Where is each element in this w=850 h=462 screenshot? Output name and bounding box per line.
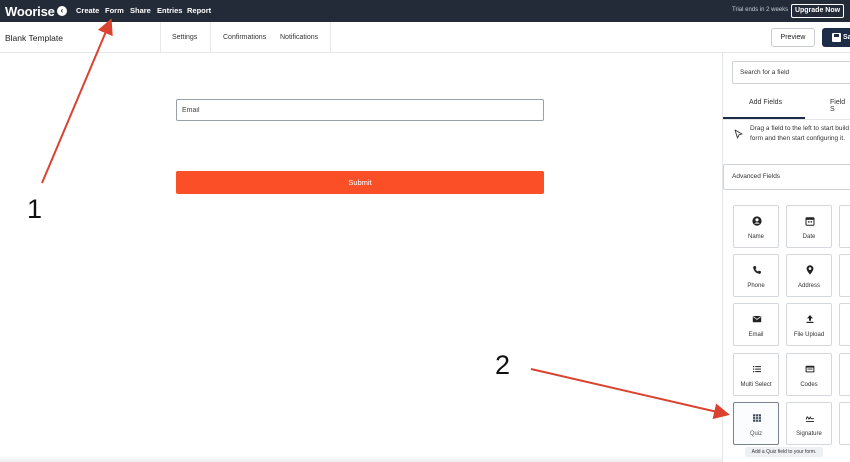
field-card-partial[interactable] [839,205,850,248]
advanced-fields-header[interactable]: Advanced Fields [723,164,850,190]
phone-icon [753,266,761,274]
field-card-partial[interactable] [839,402,850,445]
nav-share[interactable]: Share [130,6,151,15]
tab-confirmations[interactable]: Confirmations [223,34,266,41]
field-card-label: Date [802,234,816,240]
panel-tab-divider [723,119,850,120]
field-card-label: Codes [800,382,818,388]
upgrade-now-button[interactable]: Upgrade Now [791,4,844,18]
field-card-email[interactable]: Email [733,303,779,346]
user-circle-icon [752,216,762,226]
bottom-edge [0,455,722,462]
annotation-number-1: 1 [27,194,43,224]
field-card-label: Name [747,234,764,240]
drag-hint-text: Drag a field to the left to start build … [750,125,849,142]
field-card-phone[interactable]: Phone [733,254,779,297]
tab-divider [210,22,211,52]
quiz-tooltip: Add a Quiz field to your form. [745,447,823,457]
save-icon [832,33,841,42]
submit-button[interactable]: Submit [176,171,544,194]
signature-icon [805,415,814,422]
upload-icon [806,315,814,323]
list-icon [753,366,761,373]
woorise-logo[interactable]: Woorise [5,4,55,19]
field-card-multi-select[interactable]: Multi Select [733,353,779,396]
annotation-number-2: 2 [495,350,511,380]
field-card-file-upload[interactable]: File Upload [786,303,832,346]
save-button[interactable]: Sa [822,28,850,47]
field-card-date[interactable]: Date [786,205,832,248]
field-card-label: Email [748,332,764,338]
field-card-codes[interactable]: Codes [786,353,832,396]
trial-notice: Trial ends in 2 weeks [732,7,789,13]
field-card-partial[interactable] [839,303,850,346]
tab-add-fields[interactable]: Add Fields [749,99,782,106]
grid-table-icon [753,414,761,422]
annotation-arrow-2 [530,368,730,420]
active-tab-indicator [723,117,805,119]
calendar-icon [805,217,815,226]
back-arrow-icon[interactable]: ‹ [57,6,67,16]
field-card-label: Phone [747,283,765,289]
field-card-label: Signature [796,431,822,437]
nav-form[interactable]: Form [105,6,124,15]
email-field[interactable] [176,99,544,121]
field-card-signature[interactable]: Signature [786,402,832,445]
tab-settings[interactable]: Settings [172,34,197,41]
field-card-quiz[interactable]: Quiz [733,402,779,445]
editor-header: Blank Template Settings Confirmations No… [0,22,850,53]
template-title: Blank Template [5,33,63,43]
field-card-label: File Upload [793,332,825,338]
tab-divider [160,22,161,52]
preview-button[interactable]: Preview [771,28,815,47]
tab-notifications[interactable]: Notifications [280,34,318,41]
field-card-label: Address [797,283,820,289]
nav-entries[interactable]: Entries [157,6,182,15]
field-card-partial[interactable] [839,254,850,297]
code-window-icon [805,365,815,373]
tab-field-settings[interactable]: Field S [830,99,850,113]
nav-create[interactable]: Create [76,6,99,15]
nav-report[interactable]: Report [187,6,211,15]
field-card-label: Multi Select [740,382,772,388]
fields-panel: Add Fields Field S Drag a field to the l… [722,53,850,462]
save-label: Sa [843,34,850,41]
tab-divider [330,22,331,52]
cursor-pointer-icon [734,129,743,139]
field-card-partial[interactable] [839,353,850,396]
field-card-address[interactable]: Address [786,254,832,297]
field-card-name[interactable]: Name [733,205,779,248]
envelope-icon [752,316,762,323]
field-card-label: Quiz [749,431,763,437]
top-nav: Woorise ‹ Create Form Share Entries Repo… [0,0,850,22]
map-pin-icon [806,265,814,275]
field-search-input[interactable] [732,61,850,84]
